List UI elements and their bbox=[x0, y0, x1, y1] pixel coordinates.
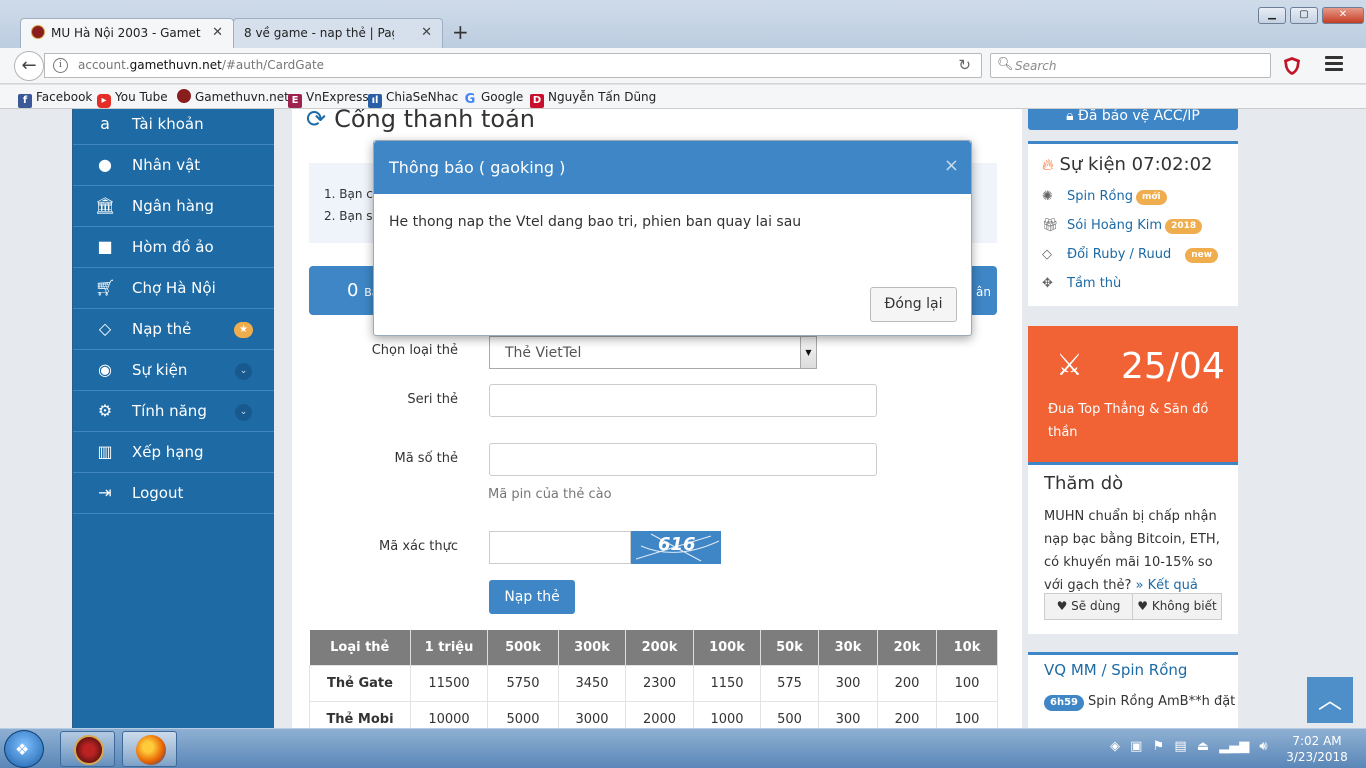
tray-network-globe-icon[interactable]: ◈ bbox=[1110, 739, 1120, 754]
search-icon: 🔍︎ bbox=[997, 57, 1014, 72]
web-page: a Tài khoản ● Nhân vật 🏛︎ Ngân hàng ■ Hòm đồ… bbox=[0, 109, 1366, 728]
modal-title: Thông báo ( gaoking ) bbox=[389, 158, 566, 177]
youtube-icon: ▸ bbox=[97, 94, 111, 108]
taskbar-mu-app[interactable] bbox=[60, 731, 115, 767]
bookmark-vnexpress[interactable]: E VnExpress bbox=[288, 88, 369, 108]
mu-app-icon bbox=[74, 735, 104, 765]
tray-v-icon[interactable]: ▣ bbox=[1130, 739, 1142, 754]
mu-favicon-icon bbox=[31, 25, 45, 39]
bookmark-chiasenhac[interactable]: ıl ChiaSeNhac bbox=[368, 88, 458, 108]
maximize-icon[interactable]: ▢ bbox=[1290, 7, 1318, 24]
reload-icon[interactable]: ↻ bbox=[958, 56, 971, 74]
url-bar[interactable]: i account.gamethuvn.net/#auth/CardGate ↻ bbox=[44, 53, 982, 78]
taskbar-firefox-app[interactable] bbox=[122, 731, 177, 767]
modal-message: He thong nap the Vtel dang bao tri, phie… bbox=[389, 214, 802, 230]
browser-tab-bar: MU Hà Nội 2003 - GamethuVN ✕ 8 về game -… bbox=[0, 0, 1366, 48]
bookmark-d-icon: D bbox=[530, 94, 544, 108]
minimize-icon[interactable]: ▁ bbox=[1258, 7, 1286, 24]
tray-usb-icon[interactable]: ⏏ bbox=[1197, 739, 1209, 754]
clock-date: 3/23/2018 bbox=[1286, 750, 1348, 764]
tab-title: 8 về game - nap thẻ | Page 2 | Gam bbox=[244, 26, 394, 40]
chiasenhac-icon: ıl bbox=[368, 94, 382, 108]
bookmark-nguyen-tan-dung[interactable]: D Nguyễn Tấn Dũng bbox=[530, 88, 656, 108]
new-tab-button[interactable]: + bbox=[452, 18, 469, 46]
tray-signal-icon[interactable]: ▂▄▆ bbox=[1219, 739, 1249, 754]
tray-volume-icon[interactable]: 🔊︎ bbox=[1259, 739, 1267, 754]
browser-tab-inactive[interactable]: 8 về game - nap thẻ | Page 2 | Gam ✕ bbox=[233, 18, 443, 48]
notice-modal: Thông báo ( gaoking ) × He thong nap the… bbox=[373, 140, 972, 336]
windows-taskbar: ❖ ◈ ▣ ⚑ ▤ ⏏ ▂▄▆ 🔊︎ 7:02 AM 3/23/2018 bbox=[0, 728, 1366, 768]
info-icon[interactable]: i bbox=[53, 58, 68, 73]
search-placeholder: Search bbox=[1015, 59, 1057, 73]
back-arrow-icon[interactable]: ← bbox=[14, 51, 44, 81]
windows-logo-icon: ❖ bbox=[15, 740, 30, 759]
system-tray: ◈ ▣ ⚑ ▤ ⏏ ▂▄▆ 🔊︎ bbox=[1110, 739, 1274, 754]
google-icon: G bbox=[464, 92, 476, 107]
search-bar[interactable]: 🔍︎ Search bbox=[990, 53, 1271, 78]
gamethuvn-icon bbox=[177, 89, 191, 103]
tab-close-icon[interactable]: ✕ bbox=[421, 19, 432, 47]
start-button[interactable]: ❖ bbox=[4, 730, 44, 768]
firefox-icon bbox=[136, 735, 166, 765]
tab-close-icon[interactable]: ✕ bbox=[212, 19, 223, 47]
browser-tab-active[interactable]: MU Hà Nội 2003 - GamethuVN ✕ bbox=[20, 18, 234, 48]
vnexpress-icon: E bbox=[288, 94, 302, 108]
bookmark-google[interactable]: G Google bbox=[463, 88, 524, 107]
tray-flag-icon[interactable]: ⚑ bbox=[1153, 739, 1165, 754]
tab-title: MU Hà Nội 2003 - GamethuVN bbox=[51, 26, 201, 40]
facebook-icon: f bbox=[18, 94, 32, 108]
url-text: account.gamethuvn.net/#auth/CardGate bbox=[78, 58, 325, 72]
clock-time: 7:02 AM bbox=[1292, 734, 1342, 748]
bookmark-youtube[interactable]: ▸ You Tube bbox=[97, 88, 168, 108]
browser-nav-bar: ← i account.gamethuvn.net/#auth/CardGate… bbox=[0, 48, 1366, 84]
tray-monitor-icon[interactable]: ▤ bbox=[1174, 739, 1186, 754]
hamburger-menu-icon[interactable] bbox=[1325, 56, 1343, 74]
taskbar-clock[interactable]: 7:02 AM 3/23/2018 bbox=[1286, 733, 1348, 765]
bookmark-facebook[interactable]: f Facebook bbox=[18, 88, 92, 108]
modal-header: Thông báo ( gaoking ) × bbox=[374, 141, 971, 194]
bookmarks-toolbar: f Facebook ▸ You Tube Gamethuvn.net E VnExp… bbox=[0, 85, 1366, 109]
modal-close-button[interactable]: Đóng lại bbox=[870, 287, 957, 322]
window-close-icon[interactable]: ✕ bbox=[1322, 7, 1364, 24]
ublock-shield-icon[interactable] bbox=[1282, 56, 1302, 76]
bookmark-gamethuvn[interactable]: Gamethuvn.net bbox=[177, 88, 289, 106]
modal-close-icon[interactable]: × bbox=[944, 155, 959, 176]
